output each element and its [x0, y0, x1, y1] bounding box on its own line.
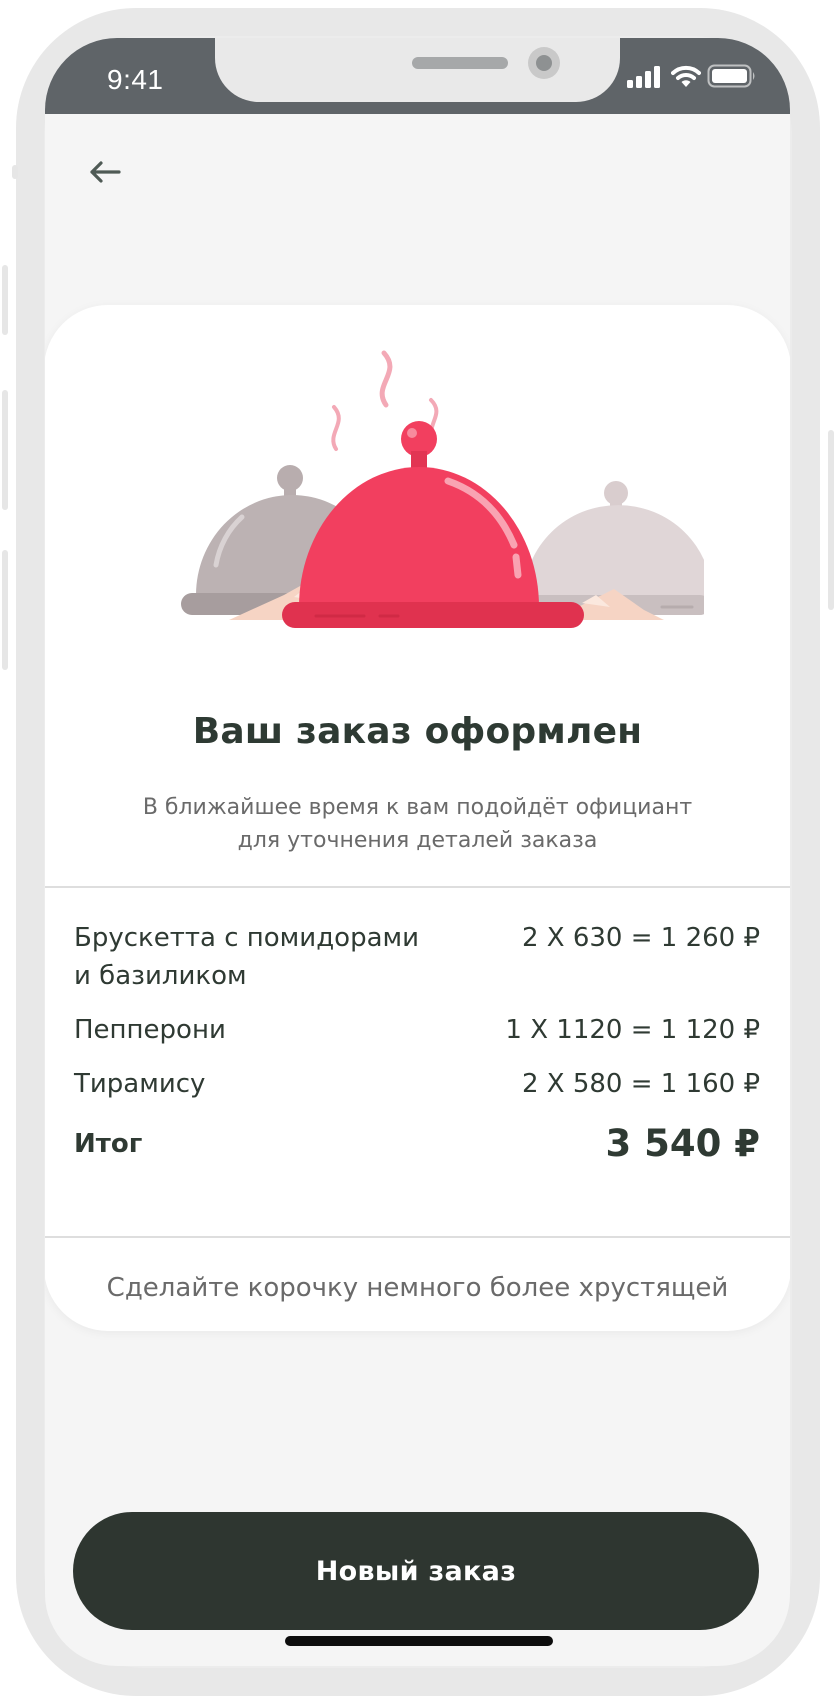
order-comment: Сделайте корочку немного более хрустящей [106, 1273, 729, 1303]
order-item: Брускетта с помидорами и базиликом 2 X 6… [74, 919, 760, 995]
app-screen: 9:41 Ваш заказ оформлен В ближайшее врем… [45, 38, 790, 1666]
new-order-button[interactable]: Новый заказ [73, 1512, 759, 1630]
order-item: Пепперони 1 X 1120 = 1 120 ₽ [74, 1011, 760, 1049]
signal-icon [627, 66, 660, 88]
order-item: Тирамису 2 X 580 = 1 160 ₽ [74, 1065, 760, 1103]
speaker [412, 57, 508, 69]
item-price: 1 X 1120 = 1 120 ₽ [505, 1015, 760, 1045]
side-button [2, 390, 8, 510]
item-name: Брускетта с помидорами и базиликом [74, 919, 454, 995]
side-button [2, 550, 8, 670]
item-price: 2 X 630 = 1 260 ₽ [521, 923, 760, 953]
item-name: Пепперони [74, 1015, 226, 1045]
total-label: Итог [74, 1129, 143, 1159]
subtitle-line: для уточнения деталей заказа [237, 828, 598, 853]
status-time: 9:41 [107, 64, 164, 95]
side-button [2, 265, 8, 335]
back-button[interactable] [81, 148, 129, 196]
side-button [12, 165, 18, 179]
item-price: 2 X 580 = 1 160 ₽ [521, 1069, 760, 1099]
subtitle-line: В ближайшее время к вам подойдёт официан… [142, 795, 693, 820]
arrow-left-icon [90, 161, 121, 183]
item-name-line: Брускетта с помидорами [74, 923, 420, 953]
battery-icon [707, 64, 755, 88]
side-button [828, 430, 834, 610]
item-name: Тирамису [74, 1069, 206, 1099]
order-total-row: Итог 3 540 ₽ [74, 1121, 760, 1167]
notch [215, 38, 620, 102]
order-confirmation-card: Ваш заказ оформлен В ближайшее время к в… [45, 305, 790, 1331]
wifi-icon [671, 65, 701, 87]
item-name-line: и базиликом [74, 961, 247, 991]
serving-cloche-illustration [181, 350, 704, 628]
divider [45, 886, 790, 888]
status-bar: 9:41 [45, 38, 790, 114]
front-camera [528, 47, 560, 79]
status-icons [627, 64, 757, 90]
page-title: Ваш заказ оформлен [192, 711, 643, 752]
total-value: 3 540 ₽ [605, 1122, 761, 1165]
divider [45, 1236, 790, 1238]
home-indicator [285, 1636, 553, 1646]
order-subtitle: В ближайшее время к вам подойдёт официан… [104, 791, 731, 857]
